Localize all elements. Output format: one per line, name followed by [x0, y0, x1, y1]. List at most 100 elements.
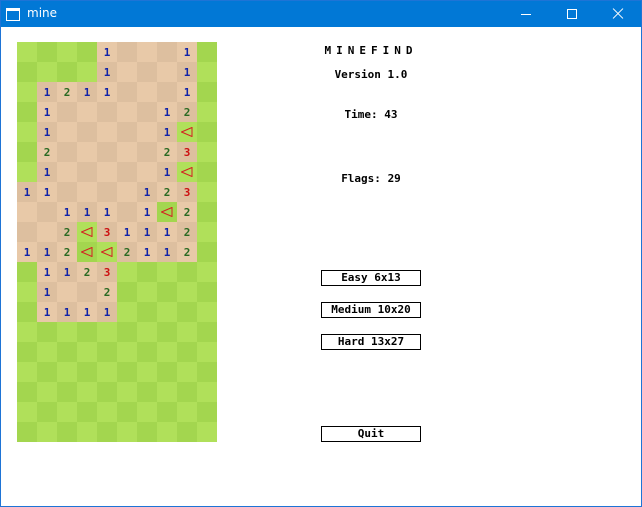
- number-cell[interactable]: 1: [77, 302, 97, 322]
- revealed-empty-cell[interactable]: [117, 102, 137, 122]
- unrevealed-cell[interactable]: [157, 362, 177, 382]
- revealed-empty-cell[interactable]: [37, 222, 57, 242]
- number-cell[interactable]: 1: [157, 222, 177, 242]
- unrevealed-cell[interactable]: [37, 422, 57, 442]
- unrevealed-cell[interactable]: [77, 342, 97, 362]
- number-cell[interactable]: 1: [157, 242, 177, 262]
- number-cell[interactable]: 1: [97, 82, 117, 102]
- revealed-empty-cell[interactable]: [77, 102, 97, 122]
- revealed-empty-cell[interactable]: [137, 162, 157, 182]
- unrevealed-cell[interactable]: [57, 422, 77, 442]
- unrevealed-cell[interactable]: [17, 302, 37, 322]
- number-cell[interactable]: 1: [137, 242, 157, 262]
- unrevealed-cell[interactable]: [157, 262, 177, 282]
- revealed-empty-cell[interactable]: [137, 62, 157, 82]
- revealed-empty-cell[interactable]: [117, 122, 137, 142]
- unrevealed-cell[interactable]: [137, 302, 157, 322]
- revealed-empty-cell[interactable]: [137, 142, 157, 162]
- number-cell[interactable]: 1: [37, 182, 57, 202]
- unrevealed-cell[interactable]: [197, 102, 217, 122]
- revealed-empty-cell[interactable]: [17, 222, 37, 242]
- unrevealed-cell[interactable]: [17, 402, 37, 422]
- number-cell[interactable]: 1: [157, 122, 177, 142]
- unrevealed-cell[interactable]: [117, 262, 137, 282]
- number-cell[interactable]: 1: [157, 102, 177, 122]
- number-cell[interactable]: 1: [37, 282, 57, 302]
- maximize-button[interactable]: [549, 1, 595, 27]
- number-cell[interactable]: 1: [37, 302, 57, 322]
- unrevealed-cell[interactable]: [157, 322, 177, 342]
- revealed-empty-cell[interactable]: [57, 162, 77, 182]
- number-cell[interactable]: 3: [97, 222, 117, 242]
- unrevealed-cell[interactable]: [37, 342, 57, 362]
- revealed-empty-cell[interactable]: [77, 122, 97, 142]
- unrevealed-cell[interactable]: [17, 102, 37, 122]
- number-cell[interactable]: 1: [97, 42, 117, 62]
- number-cell[interactable]: 2: [57, 82, 77, 102]
- revealed-empty-cell[interactable]: [17, 202, 37, 222]
- unrevealed-cell[interactable]: [197, 222, 217, 242]
- unrevealed-cell[interactable]: [17, 282, 37, 302]
- unrevealed-cell[interactable]: [17, 42, 37, 62]
- flagged-cell[interactable]: [177, 162, 197, 182]
- number-cell[interactable]: 1: [157, 162, 177, 182]
- unrevealed-cell[interactable]: [177, 402, 197, 422]
- revealed-empty-cell[interactable]: [97, 122, 117, 142]
- unrevealed-cell[interactable]: [177, 342, 197, 362]
- revealed-empty-cell[interactable]: [157, 42, 177, 62]
- unrevealed-cell[interactable]: [97, 322, 117, 342]
- number-cell[interactable]: 2: [157, 182, 177, 202]
- revealed-empty-cell[interactable]: [97, 102, 117, 122]
- number-cell[interactable]: 1: [137, 202, 157, 222]
- unrevealed-cell[interactable]: [37, 42, 57, 62]
- flagged-cell[interactable]: [157, 202, 177, 222]
- revealed-empty-cell[interactable]: [97, 162, 117, 182]
- number-cell[interactable]: 1: [97, 62, 117, 82]
- unrevealed-cell[interactable]: [157, 402, 177, 422]
- unrevealed-cell[interactable]: [117, 402, 137, 422]
- number-cell[interactable]: 1: [177, 82, 197, 102]
- revealed-empty-cell[interactable]: [97, 182, 117, 202]
- unrevealed-cell[interactable]: [37, 362, 57, 382]
- unrevealed-cell[interactable]: [17, 142, 37, 162]
- unrevealed-cell[interactable]: [17, 162, 37, 182]
- unrevealed-cell[interactable]: [197, 362, 217, 382]
- unrevealed-cell[interactable]: [57, 322, 77, 342]
- number-cell[interactable]: 2: [177, 202, 197, 222]
- number-cell[interactable]: 1: [17, 182, 37, 202]
- revealed-empty-cell[interactable]: [137, 42, 157, 62]
- revealed-empty-cell[interactable]: [57, 142, 77, 162]
- unrevealed-cell[interactable]: [17, 382, 37, 402]
- revealed-empty-cell[interactable]: [117, 42, 137, 62]
- revealed-empty-cell[interactable]: [97, 142, 117, 162]
- unrevealed-cell[interactable]: [137, 342, 157, 362]
- unrevealed-cell[interactable]: [17, 322, 37, 342]
- unrevealed-cell[interactable]: [17, 122, 37, 142]
- unrevealed-cell[interactable]: [197, 382, 217, 402]
- quit-button[interactable]: Quit: [321, 426, 421, 442]
- unrevealed-cell[interactable]: [197, 202, 217, 222]
- unrevealed-cell[interactable]: [137, 382, 157, 402]
- unrevealed-cell[interactable]: [117, 422, 137, 442]
- number-cell[interactable]: 1: [77, 202, 97, 222]
- revealed-empty-cell[interactable]: [117, 202, 137, 222]
- unrevealed-cell[interactable]: [197, 182, 217, 202]
- revealed-empty-cell[interactable]: [77, 142, 97, 162]
- number-cell[interactable]: 1: [37, 122, 57, 142]
- unrevealed-cell[interactable]: [37, 382, 57, 402]
- number-cell[interactable]: 1: [57, 302, 77, 322]
- unrevealed-cell[interactable]: [157, 342, 177, 362]
- number-cell[interactable]: 3: [177, 182, 197, 202]
- revealed-empty-cell[interactable]: [117, 62, 137, 82]
- unrevealed-cell[interactable]: [177, 322, 197, 342]
- unrevealed-cell[interactable]: [77, 362, 97, 382]
- revealed-empty-cell[interactable]: [57, 122, 77, 142]
- unrevealed-cell[interactable]: [57, 382, 77, 402]
- number-cell[interactable]: 1: [137, 182, 157, 202]
- number-cell[interactable]: 1: [177, 62, 197, 82]
- medium-button[interactable]: Medium 10x20: [321, 302, 421, 318]
- number-cell[interactable]: 1: [77, 82, 97, 102]
- unrevealed-cell[interactable]: [197, 262, 217, 282]
- number-cell[interactable]: 1: [97, 302, 117, 322]
- number-cell[interactable]: 1: [37, 242, 57, 262]
